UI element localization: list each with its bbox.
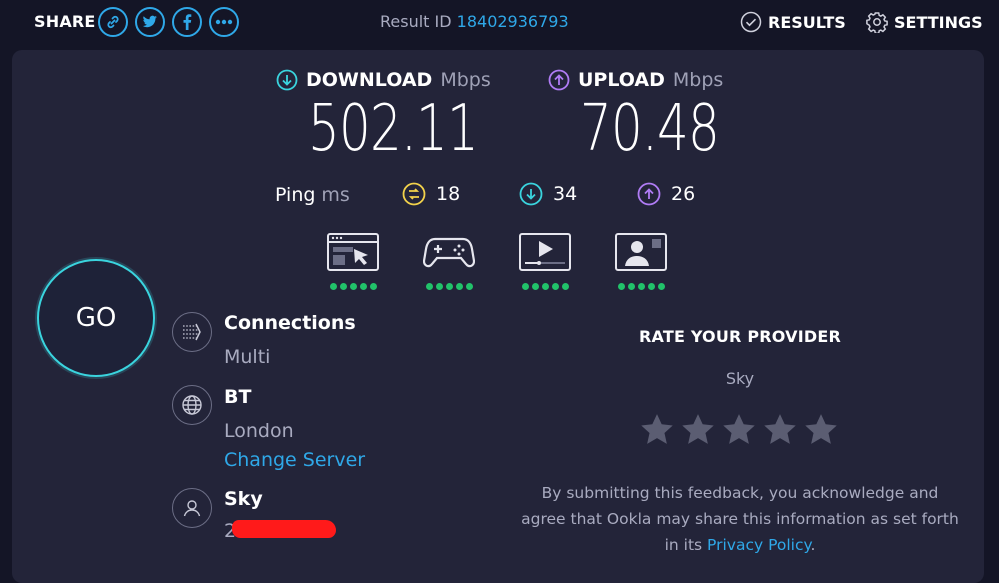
upload-label: UPLOAD (578, 69, 665, 91)
use-case-web-rating (327, 283, 379, 290)
ping-label-group: Ping ms (275, 184, 350, 206)
ping-upload: 26 (637, 182, 695, 206)
rate-provider-isp: Sky (725, 369, 755, 388)
settings-button[interactable]: SETTINGS (866, 11, 983, 33)
ping-download-value: 34 (553, 183, 578, 205)
web-browsing-icon (327, 233, 379, 271)
ping-unit: ms (321, 184, 350, 206)
more-icon[interactable] (209, 7, 239, 37)
share-label: SHARE (34, 12, 96, 31)
use-case-web[interactable] (327, 233, 379, 290)
star-icon[interactable] (641, 414, 673, 445)
upload-arrow-icon (548, 69, 570, 91)
twitter-icon[interactable] (135, 7, 165, 37)
link-icon[interactable] (98, 7, 128, 37)
use-case-gaming-rating (423, 283, 475, 290)
download-header: DOWNLOAD Mbps (276, 69, 491, 91)
upload-value: 70.48 (580, 92, 720, 166)
upload-latency-icon (637, 182, 661, 206)
disclaimer-end: . (810, 536, 816, 554)
use-case-video-chat[interactable] (615, 233, 667, 290)
server-name: BT (224, 386, 252, 408)
download-value: 502.11 (308, 92, 479, 166)
results-button[interactable]: RESULTS (740, 11, 846, 33)
download-unit: Mbps (440, 69, 491, 91)
server-location: London (224, 420, 294, 442)
download-arrow-icon (276, 69, 298, 91)
result-id-link[interactable]: 18402936793 (457, 12, 569, 31)
upload-unit: Mbps (672, 69, 724, 91)
share-icons (98, 7, 239, 37)
go-button[interactable]: GO (37, 259, 155, 377)
redaction-mark (232, 520, 336, 538)
ping-upload-value: 26 (671, 183, 696, 205)
privacy-policy-link[interactable]: Privacy Policy (707, 536, 810, 554)
use-case-streaming[interactable] (519, 233, 571, 290)
provider-name: Sky (224, 488, 263, 510)
connections-value: Multi (224, 346, 271, 368)
globe-icon (172, 385, 212, 425)
change-server-link[interactable]: Change Server (224, 449, 365, 471)
video-chat-icon (615, 233, 667, 271)
user-icon (172, 488, 212, 528)
download-label: DOWNLOAD (306, 69, 433, 91)
star-icon[interactable] (764, 414, 796, 445)
connections-title: Connections (224, 312, 356, 334)
video-streaming-icon (519, 233, 571, 271)
star-icon[interactable] (682, 414, 714, 445)
ping-idle: 18 (402, 182, 460, 206)
settings-label: SETTINGS (894, 12, 983, 32)
ping-download: 34 (519, 182, 577, 206)
star-rating (641, 414, 837, 445)
gear-icon (866, 12, 888, 33)
download-latency-icon (519, 182, 543, 206)
result-id: Result ID 18402936793 (380, 12, 569, 31)
star-icon[interactable] (805, 414, 837, 445)
star-icon[interactable] (723, 414, 755, 445)
use-case-gaming[interactable] (422, 233, 476, 290)
upload-header: UPLOAD Mbps (548, 69, 723, 91)
idle-latency-icon (402, 182, 426, 206)
use-case-streaming-rating (519, 283, 571, 290)
rate-provider-title: RATE YOUR PROVIDER (638, 327, 842, 346)
ping-label: Ping (275, 184, 316, 206)
connections-icon[interactable] (172, 312, 212, 352)
gaming-icon (422, 237, 476, 268)
feedback-disclaimer: By submitting this feedback, you acknowl… (520, 480, 960, 558)
results-label: RESULTS (768, 12, 846, 32)
result-id-label: Result ID (380, 12, 452, 31)
top-bar: SHARE Result ID 18402936793 RESULTS SETT… (0, 0, 999, 46)
use-case-video-chat-rating (615, 283, 667, 290)
check-circle-icon (740, 11, 762, 33)
ping-idle-value: 18 (436, 183, 461, 205)
facebook-icon[interactable] (172, 7, 202, 37)
